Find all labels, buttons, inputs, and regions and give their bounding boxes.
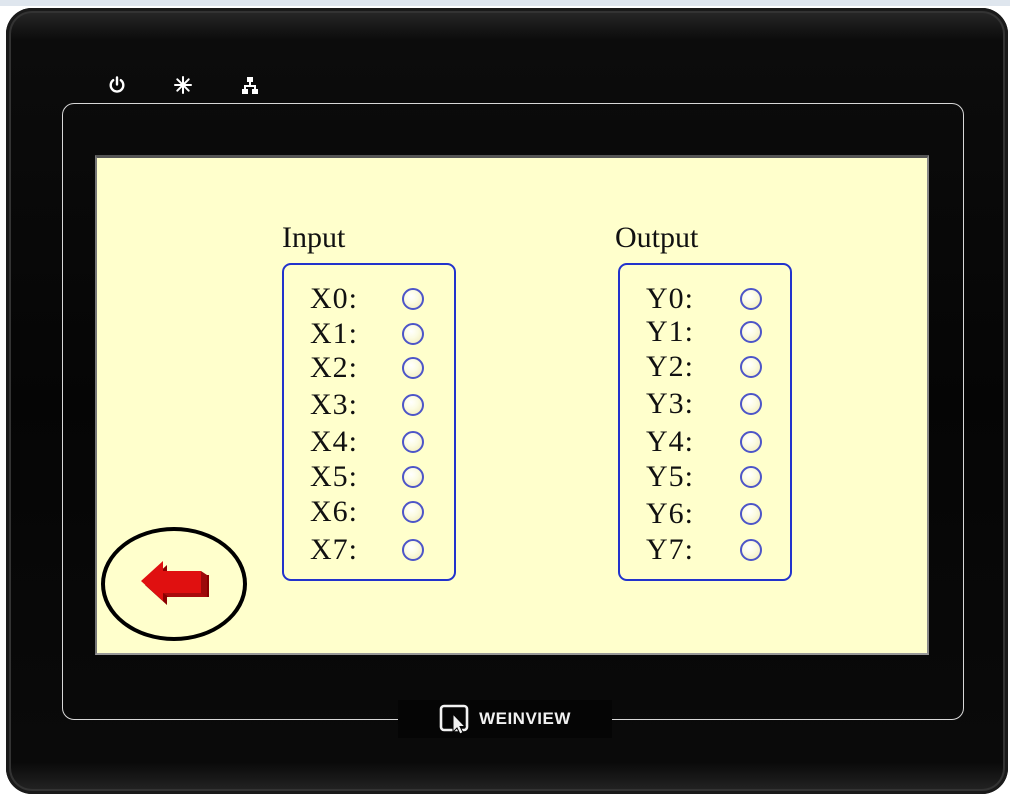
output-row-y7: Y7:	[620, 533, 790, 567]
brand-name: WEINVIEW	[479, 709, 571, 728]
output-lamp-y7	[740, 539, 762, 561]
output-row-y6: Y6:	[620, 497, 790, 531]
output-label: Y2:	[646, 350, 694, 383]
network-icon	[240, 75, 260, 95]
output-label: Y5:	[646, 460, 694, 493]
input-label: X7:	[310, 533, 358, 566]
input-row-x3: X3:	[284, 388, 454, 422]
output-lamp-y1	[740, 321, 762, 343]
input-label: X4:	[310, 425, 358, 458]
output-lamp-y0	[740, 288, 762, 310]
brand-logo-icon	[439, 704, 469, 734]
output-lamp-y4	[740, 431, 762, 453]
input-lamp-x3	[402, 394, 424, 416]
input-lamp-x5	[402, 466, 424, 488]
input-row-x1: X1:	[284, 317, 454, 351]
back-button[interactable]	[101, 527, 247, 641]
input-lamp-x4	[402, 431, 424, 453]
input-row-x0: X0:	[284, 282, 454, 316]
output-box: Y0: Y1: Y2: Y3: Y4: Y5: Y6: Y7:	[618, 263, 792, 581]
input-lamp-x1	[402, 323, 424, 345]
back-arrow-icon	[141, 561, 209, 605]
input-label: X2:	[310, 351, 358, 384]
input-label: X0:	[310, 282, 358, 315]
input-box: X0: X1: X2: X3: X4: X5: X6: X7:	[282, 263, 456, 581]
output-label: Y1:	[646, 315, 694, 348]
output-row-y1: Y1:	[620, 315, 790, 349]
input-lamp-x7	[402, 539, 424, 561]
output-label: Y6:	[646, 497, 694, 530]
input-row-x2: X2:	[284, 351, 454, 385]
output-row-y3: Y3:	[620, 387, 790, 421]
input-label: X1:	[310, 317, 358, 350]
output-lamp-y3	[740, 393, 762, 415]
output-row-y5: Y5:	[620, 460, 790, 494]
input-title: Input	[282, 221, 346, 254]
power-icon	[107, 75, 127, 95]
input-lamp-x6	[402, 501, 424, 523]
output-label: Y7:	[646, 533, 694, 566]
output-row-y2: Y2:	[620, 350, 790, 384]
output-title: Output	[615, 221, 699, 254]
output-label: Y4:	[646, 425, 694, 458]
output-row-y0: Y0:	[620, 282, 790, 316]
output-lamp-y5	[740, 466, 762, 488]
output-label: Y0:	[646, 282, 694, 315]
output-row-y4: Y4:	[620, 425, 790, 459]
output-lamp-y2	[740, 356, 762, 378]
top-strip	[0, 0, 1010, 6]
input-row-x4: X4:	[284, 425, 454, 459]
input-lamp-x2	[402, 357, 424, 379]
sun-icon	[173, 75, 193, 95]
input-label: X5:	[310, 460, 358, 493]
brand-logo: WEINVIEW	[398, 700, 612, 738]
input-label: X6:	[310, 495, 358, 528]
output-label: Y3:	[646, 387, 694, 420]
input-lamp-x0	[402, 288, 424, 310]
input-row-x6: X6:	[284, 495, 454, 529]
input-row-x5: X5:	[284, 460, 454, 494]
input-row-x7: X7:	[284, 533, 454, 567]
input-label: X3:	[310, 388, 358, 421]
output-lamp-y6	[740, 503, 762, 525]
